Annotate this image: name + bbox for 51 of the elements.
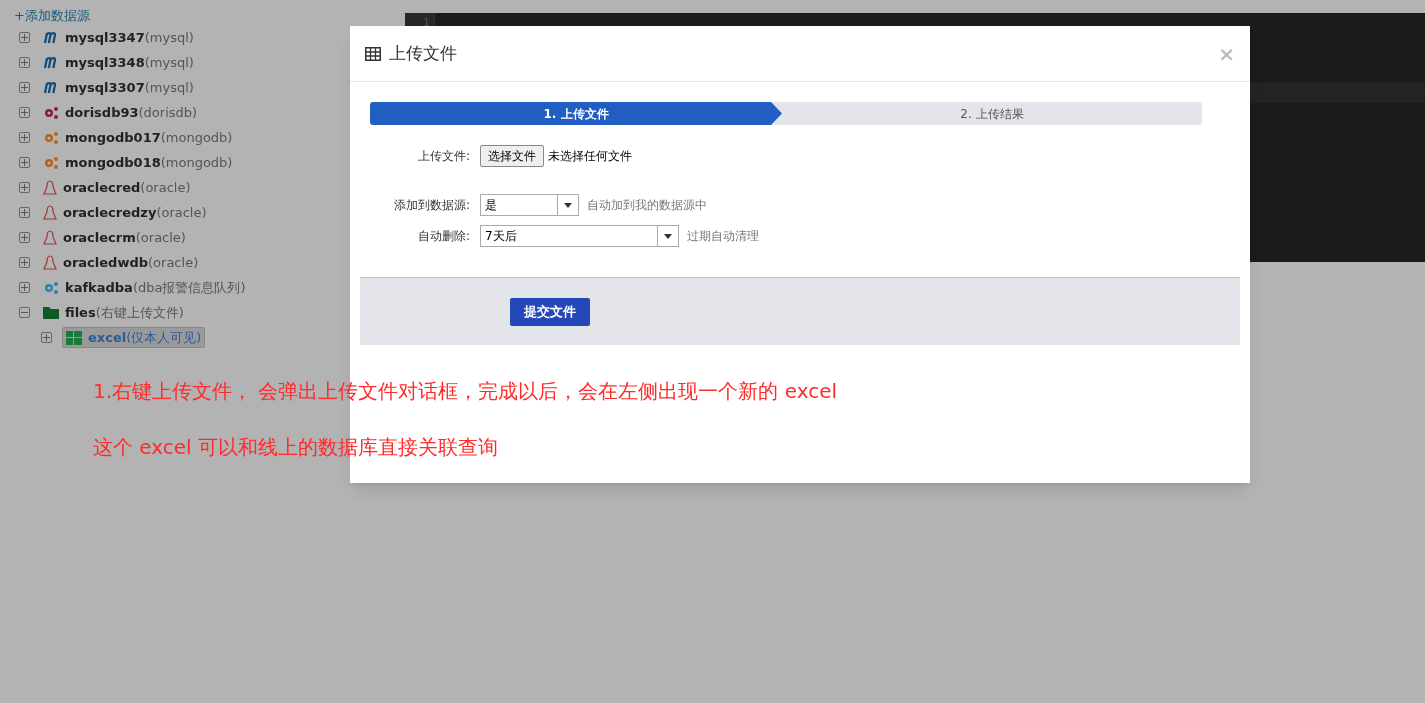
- expand-icon[interactable]: [19, 107, 30, 118]
- expand-icon[interactable]: [19, 282, 30, 293]
- tree-item[interactable]: kafkadba(dba报警信息队列): [40, 277, 249, 298]
- penguin-icon: [43, 204, 57, 221]
- tree-item[interactable]: mongodb018(mongodb): [40, 152, 236, 173]
- caret-icon: [664, 233, 672, 239]
- tree-item[interactable]: files(右键上传文件): [40, 302, 187, 323]
- penguin-icon: [43, 229, 57, 246]
- field-label: 上传文件:: [416, 148, 471, 165]
- tree-item[interactable]: oraclecrm(oracle): [40, 227, 189, 248]
- caret-icon: [564, 202, 572, 208]
- tree-item[interactable]: mysql3307(mysql): [40, 77, 197, 98]
- expand-icon[interactable]: [41, 332, 52, 343]
- tree-item[interactable]: mysql3347(mysql): [40, 27, 197, 48]
- expand-icon[interactable]: [19, 57, 30, 68]
- wizard-step: 2. 上传结果: [771, 102, 1202, 125]
- mysql-icon: [43, 56, 59, 69]
- field-hint: 过期自动清理: [687, 228, 759, 245]
- wizard-step: 1. 上传文件: [370, 102, 782, 125]
- tree-item[interactable]: mongodb017(mongodb): [40, 127, 236, 148]
- field-hint: 自动加到我的数据源中: [587, 197, 707, 214]
- choose-file-button[interactable]: 选择文件: [480, 145, 544, 167]
- expand-icon[interactable]: [19, 232, 30, 243]
- penguin-icon: [43, 179, 57, 196]
- field-label: 添加到数据源:: [392, 197, 471, 214]
- windows-icon: [66, 329, 82, 346]
- dropdown-select[interactable]: 7天后: [480, 225, 679, 247]
- tree-item[interactable]: oraclecredzy(oracle): [40, 202, 210, 223]
- folder-icon: [43, 306, 59, 319]
- mysql-icon: [43, 31, 59, 44]
- tree-item[interactable]: mysql3348(mysql): [40, 52, 197, 73]
- submit-button[interactable]: 提交文件: [510, 298, 590, 326]
- collapse-icon[interactable]: [19, 307, 30, 318]
- expand-icon[interactable]: [19, 182, 30, 193]
- penguin-icon: [43, 254, 57, 271]
- expand-icon[interactable]: [19, 32, 30, 43]
- field-label: 自动删除:: [416, 228, 471, 245]
- expand-icon[interactable]: [19, 157, 30, 168]
- mysql-icon: [43, 81, 59, 94]
- dialog-title: 上传文件: [389, 41, 457, 65]
- table-icon: [365, 46, 381, 61]
- tree-item[interactable]: oracledwdb(oracle): [40, 252, 202, 273]
- expand-icon[interactable]: [19, 257, 30, 268]
- expand-icon[interactable]: [19, 82, 30, 93]
- add-datasource-link[interactable]: +添加数据源: [14, 6, 405, 23]
- expand-icon[interactable]: [19, 207, 30, 218]
- expand-icon[interactable]: [19, 132, 30, 143]
- dropdown-select[interactable]: 是: [480, 194, 579, 216]
- file-status: 未选择任何文件: [548, 148, 632, 165]
- tree-item[interactable]: oraclecred(oracle): [40, 177, 194, 198]
- tree-item[interactable]: dorisdb93(dorisdb): [40, 102, 201, 123]
